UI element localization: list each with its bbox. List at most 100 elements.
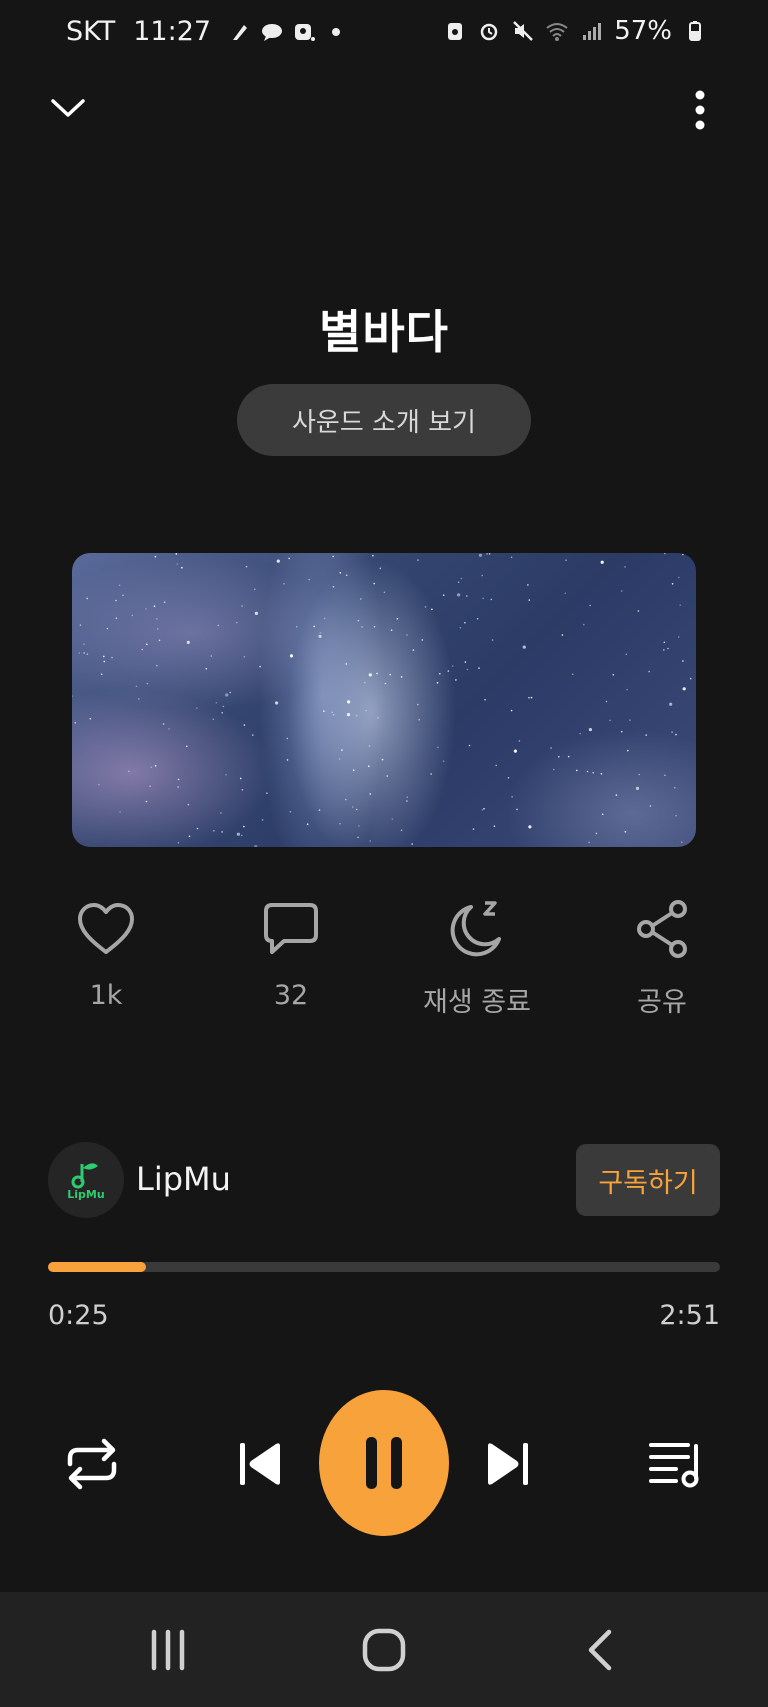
star [118, 584, 121, 586]
star [478, 553, 482, 557]
more-options-button[interactable] [670, 80, 730, 140]
star [341, 749, 343, 751]
star [318, 634, 322, 638]
sound-title: 별바다 [319, 305, 449, 359]
star [528, 696, 530, 699]
star [488, 553, 491, 555]
star [384, 682, 387, 685]
progress-bar[interactable] [48, 1262, 720, 1272]
star [177, 778, 180, 781]
star [513, 749, 517, 753]
star [359, 598, 362, 600]
previous-button[interactable] [230, 1430, 290, 1498]
star [222, 705, 225, 708]
repeat-button[interactable] [56, 1430, 128, 1498]
star [649, 805, 652, 807]
star [663, 649, 665, 651]
channel-avatar[interactable]: LipMu [48, 1142, 124, 1218]
star [406, 796, 409, 798]
star [154, 555, 157, 558]
star [389, 673, 392, 676]
collapse-button[interactable] [38, 78, 98, 138]
star [417, 559, 419, 561]
star [550, 747, 552, 749]
star [522, 645, 526, 649]
recent-apps-icon [151, 1629, 185, 1671]
star [624, 830, 627, 833]
star [567, 755, 570, 758]
home-icon [362, 1628, 406, 1672]
star [664, 774, 666, 777]
star [626, 688, 628, 691]
like-button[interactable]: 1k [26, 896, 186, 1011]
star [86, 653, 89, 655]
star [689, 677, 692, 680]
subscribe-button[interactable]: 구독하기 [576, 1144, 720, 1216]
channel-name[interactable]: LipMu [136, 1160, 231, 1198]
star [346, 713, 351, 717]
sleep-timer-button[interactable]: 재생 종료 [397, 896, 557, 1019]
star [89, 717, 92, 720]
star [225, 693, 229, 697]
star [266, 792, 268, 794]
star [583, 623, 585, 626]
heart-icon [78, 903, 134, 954]
pause-icon [366, 1437, 402, 1489]
share-button[interactable]: 공유 [582, 896, 742, 1019]
star [412, 649, 415, 651]
star [682, 687, 686, 691]
wifi-icon [546, 23, 568, 41]
star [236, 832, 240, 836]
home-button[interactable] [354, 1622, 414, 1678]
sound-artwork [72, 553, 696, 847]
star [605, 700, 608, 703]
comment-button[interactable]: 32 [211, 896, 371, 1011]
star [181, 566, 183, 569]
star [667, 647, 669, 650]
star [358, 825, 360, 827]
star [261, 819, 264, 821]
star [352, 769, 355, 771]
pause-button[interactable] [319, 1390, 449, 1536]
star [319, 631, 322, 634]
star [558, 756, 560, 758]
back-button[interactable] [570, 1622, 630, 1678]
star [338, 758, 341, 760]
star [679, 604, 681, 606]
star [586, 770, 589, 773]
star [518, 740, 521, 742]
sound-intro-button[interactable]: 사운드 소개 보기 [237, 384, 531, 456]
star [153, 605, 156, 607]
star [635, 786, 640, 790]
star [345, 798, 347, 801]
star [678, 576, 680, 579]
playlist-button[interactable] [642, 1430, 710, 1498]
star [482, 597, 484, 600]
alarm-icon [480, 23, 498, 41]
star [377, 717, 379, 719]
star [245, 565, 248, 568]
star [177, 786, 179, 788]
star [390, 629, 393, 631]
star [128, 770, 130, 773]
star [368, 673, 372, 677]
star [141, 648, 144, 651]
star [406, 800, 408, 802]
star [381, 758, 384, 761]
star [624, 566, 626, 568]
star [177, 842, 180, 844]
star [682, 660, 684, 662]
star [347, 700, 351, 704]
star [156, 618, 158, 620]
star [339, 822, 341, 825]
elapsed-time: 0:25 [48, 1300, 109, 1331]
star [252, 734, 254, 736]
star [145, 608, 147, 610]
next-button[interactable] [478, 1430, 538, 1498]
star [236, 621, 238, 624]
recent-apps-button[interactable] [138, 1622, 198, 1678]
star [411, 843, 413, 845]
star [323, 617, 326, 620]
star [355, 714, 358, 717]
star [600, 773, 603, 775]
